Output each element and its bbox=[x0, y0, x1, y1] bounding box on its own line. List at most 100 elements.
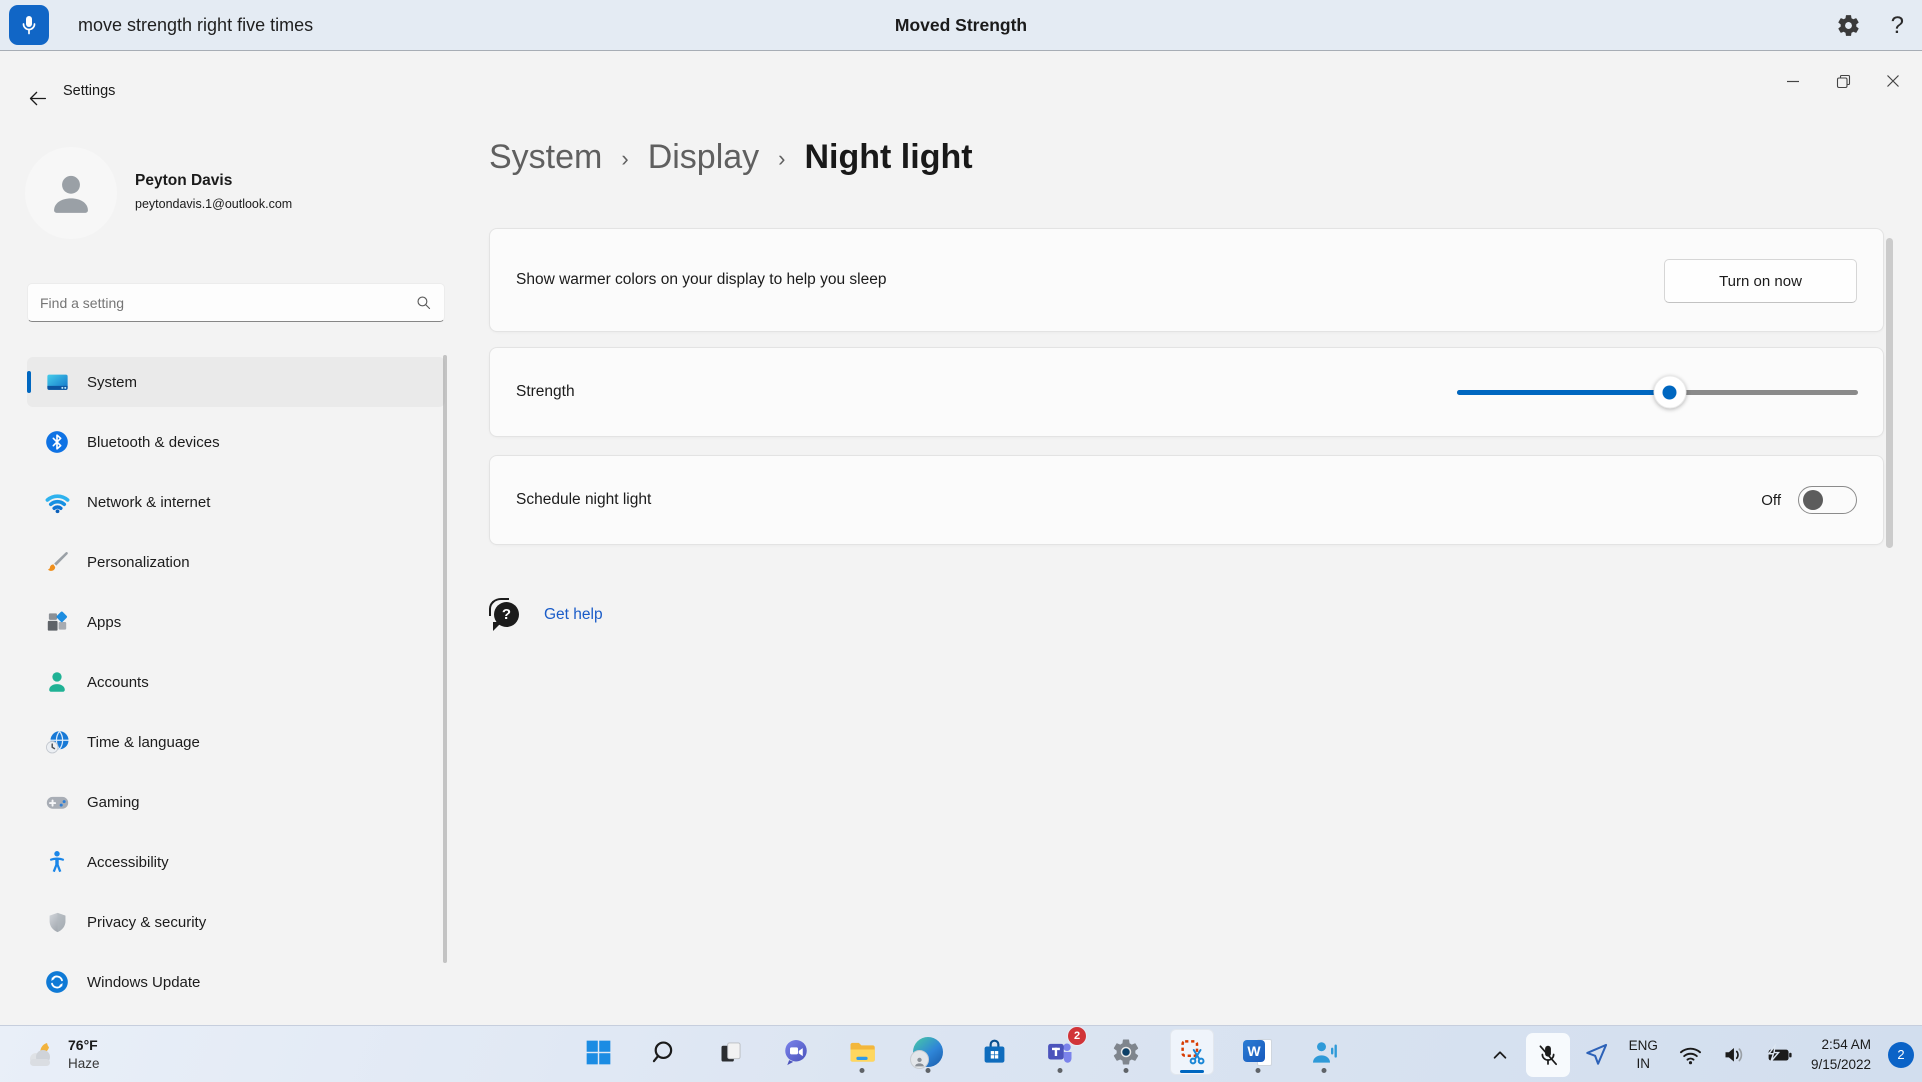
get-help-link[interactable]: Get help bbox=[544, 606, 603, 624]
volume-button[interactable] bbox=[1717, 1037, 1752, 1072]
snipping-tool-button[interactable] bbox=[1170, 1029, 1214, 1075]
sidebar-item-label: Bluetooth & devices bbox=[87, 433, 220, 451]
shield-icon bbox=[43, 908, 71, 936]
taskbar-apps: 2 W bbox=[576, 1026, 1346, 1075]
sidebar-item-time-language[interactable]: Time & language bbox=[27, 717, 445, 767]
sidebar-item-windows-update[interactable]: Windows Update bbox=[27, 957, 445, 1007]
breadcrumb-display[interactable]: Display bbox=[648, 138, 759, 177]
help-icon[interactable]: ? bbox=[1891, 13, 1904, 38]
sidebar-item-bluetooth-devices[interactable]: Bluetooth & devices bbox=[27, 417, 445, 467]
notification-count-badge[interactable]: 2 bbox=[1888, 1041, 1914, 1068]
slider-handle[interactable] bbox=[1653, 375, 1687, 409]
microphone-muted-icon bbox=[1539, 1044, 1557, 1065]
profile-bubble-icon bbox=[910, 1050, 929, 1069]
search-input[interactable] bbox=[28, 294, 415, 311]
active-window-indicator bbox=[1180, 1069, 1204, 1073]
minimize-icon bbox=[1787, 80, 1799, 83]
turn-on-now-button[interactable]: Turn on now bbox=[1664, 259, 1857, 303]
avatar bbox=[25, 147, 117, 239]
sidebar-scrollbar[interactable] bbox=[443, 355, 447, 963]
chevron-right-icon: › bbox=[621, 145, 629, 171]
file-explorer-button[interactable] bbox=[840, 1029, 884, 1075]
sidebar-item-privacy-security[interactable]: Privacy & security bbox=[27, 897, 445, 947]
gear-icon bbox=[1113, 1039, 1139, 1065]
settings-taskbar-button[interactable] bbox=[1104, 1029, 1148, 1075]
strength-slider[interactable] bbox=[1457, 375, 1858, 409]
tray-overflow-button[interactable] bbox=[1483, 1038, 1517, 1072]
maximize-button[interactable] bbox=[1818, 59, 1868, 103]
profile-email: peytondavis.1@outlook.com bbox=[135, 197, 293, 211]
running-indicator bbox=[925, 1068, 931, 1073]
microphone-button[interactable] bbox=[9, 5, 49, 45]
sidebar-item-accounts[interactable]: Accounts bbox=[27, 657, 445, 707]
minimize-button[interactable] bbox=[1768, 59, 1818, 103]
time-language-icon bbox=[43, 728, 71, 756]
search-icon bbox=[415, 294, 432, 311]
running-indicator bbox=[859, 1068, 865, 1073]
chat-icon bbox=[785, 1040, 807, 1066]
tray-date: 9/15/2022 bbox=[1810, 1056, 1871, 1072]
wifi-status-button[interactable] bbox=[1673, 1037, 1708, 1072]
content-scrollbar[interactable] bbox=[1886, 238, 1893, 548]
wifi-icon bbox=[1679, 1047, 1701, 1065]
sidebar-item-system[interactable]: System bbox=[27, 357, 445, 407]
voice-access-button[interactable] bbox=[1302, 1029, 1346, 1075]
start-button[interactable] bbox=[576, 1029, 620, 1075]
sidebar-item-accessibility[interactable]: Accessibility bbox=[27, 837, 445, 887]
teams-chat-button[interactable] bbox=[774, 1029, 818, 1075]
word-button[interactable]: W bbox=[1236, 1029, 1280, 1075]
sidebar-item-label: Accounts bbox=[87, 673, 149, 691]
battery-button[interactable] bbox=[1761, 1036, 1798, 1073]
taskbar-search-button[interactable] bbox=[642, 1029, 686, 1075]
close-button[interactable] bbox=[1868, 59, 1918, 103]
sidebar-item-gaming[interactable]: Gaming bbox=[27, 777, 445, 827]
gear-icon[interactable] bbox=[1836, 13, 1861, 38]
search-icon bbox=[652, 1041, 673, 1063]
microphone-muted-button[interactable] bbox=[1525, 1032, 1570, 1077]
teams-button[interactable]: 2 bbox=[1038, 1026, 1087, 1075]
assistant-bar: move strength right five times Moved Str… bbox=[0, 0, 1922, 51]
running-indicator bbox=[1255, 1068, 1261, 1073]
taskbar: 76°F Haze 2 W ENG IN 2:54 AM 9/15/2022 2 bbox=[0, 1025, 1922, 1082]
sidebar-item-network-internet[interactable]: Network & internet bbox=[27, 477, 445, 527]
sidebar-item-apps[interactable]: Apps bbox=[27, 597, 445, 647]
sidebar-item-label: System bbox=[87, 373, 138, 391]
system-icon bbox=[43, 368, 71, 396]
close-icon bbox=[1887, 75, 1899, 87]
schedule-card: Schedule night light Off bbox=[489, 455, 1884, 545]
sidebar-item-label: Accessibility bbox=[87, 853, 169, 871]
schedule-toggle[interactable] bbox=[1798, 486, 1857, 514]
help-bubble-icon: ? bbox=[489, 598, 523, 632]
sidebar-item-label: Personalization bbox=[87, 553, 190, 571]
wifi-icon bbox=[43, 488, 71, 516]
find-setting-searchbox[interactable] bbox=[27, 283, 445, 322]
get-help-row: ? Get help bbox=[489, 598, 603, 632]
battery-charging-icon bbox=[1767, 1043, 1792, 1062]
edge-button[interactable] bbox=[906, 1029, 950, 1075]
schedule-label: Schedule night light bbox=[516, 491, 652, 508]
weather-temperature: 76°F bbox=[68, 1036, 98, 1053]
breadcrumb-system[interactable]: System bbox=[489, 138, 602, 177]
accounts-icon bbox=[43, 668, 71, 696]
back-button[interactable] bbox=[20, 81, 54, 115]
location-in-use-button[interactable] bbox=[1579, 1037, 1614, 1072]
window-title: Settings bbox=[63, 83, 116, 99]
store-icon bbox=[984, 1039, 1004, 1063]
weather-widget[interactable]: 76°F Haze bbox=[14, 1026, 108, 1082]
language-indicator[interactable]: ENG IN bbox=[1623, 1037, 1664, 1072]
voice-command-text: move strength right five times bbox=[78, 15, 314, 35]
sidebar-item-personalization[interactable]: Personalization bbox=[27, 537, 445, 587]
task-view-icon bbox=[721, 1041, 741, 1061]
microsoft-store-button[interactable] bbox=[972, 1029, 1016, 1075]
sidebar-item-label: Time & language bbox=[87, 733, 200, 751]
sidebar-item-label: Gaming bbox=[87, 793, 140, 811]
clock[interactable]: 2:54 AM 9/15/2022 bbox=[1807, 1035, 1875, 1074]
breadcrumb: System › Display › Night light bbox=[489, 138, 973, 177]
back-arrow-icon bbox=[29, 91, 46, 105]
sidebar-nav: System Bluetooth & devices Network & int… bbox=[27, 357, 445, 1007]
restore-icon bbox=[1836, 74, 1850, 88]
system-tray: ENG IN 2:54 AM 9/15/2022 2 bbox=[1483, 1026, 1914, 1082]
task-view-button[interactable] bbox=[708, 1029, 752, 1075]
microphone-icon bbox=[22, 16, 36, 35]
weather-condition: Haze bbox=[68, 1055, 100, 1071]
